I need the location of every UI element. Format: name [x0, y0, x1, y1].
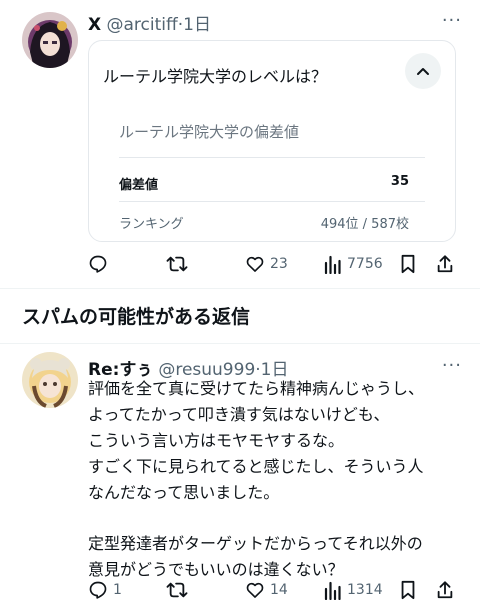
views-button[interactable]: 1314	[324, 576, 383, 604]
reply-line: すごく下に見られてると感じたし、そういう人	[88, 457, 424, 476]
post-reply: Re:すぅ @resuu999·1日 ··· 評価を全て真に受けてたら精神病んじ…	[0, 0, 480, 613]
reply-line: 評価を全て真に受けてたら精神病んじゃうし、	[88, 379, 425, 398]
action-bar: 1 14 1314	[88, 576, 456, 604]
views-icon	[324, 581, 341, 600]
share-button[interactable]	[436, 576, 454, 604]
more-options-icon[interactable]: ···	[442, 355, 462, 376]
bookmark-button[interactable]	[399, 576, 417, 604]
like-icon	[246, 582, 264, 598]
reply-body: 評価を全て真に受けてたら精神病んじゃうし、 よってたかって叩き潰す気はないけども…	[88, 376, 468, 583]
like-count: 14	[270, 582, 288, 598]
reply-icon	[89, 581, 107, 599]
reply-line: こういう言い方はモヤモヤするな。	[88, 431, 345, 450]
repost-icon	[166, 582, 188, 598]
reply-count: 1	[113, 582, 122, 598]
repost-button[interactable]	[166, 576, 188, 604]
reply-line: よってたかって叩き潰す気はないけども、	[88, 405, 390, 424]
reply-button[interactable]: 1	[88, 576, 122, 604]
reply-line: 定型発達者がターゲットだからってそれ以外の	[88, 534, 423, 553]
bookmark-icon	[401, 580, 415, 600]
like-button[interactable]: 14	[245, 576, 288, 604]
views-count: 1314	[347, 582, 383, 598]
share-icon	[437, 581, 453, 599]
avatar-resuu999[interactable]	[22, 352, 78, 408]
reply-line: なんだなって思いました。	[88, 483, 280, 502]
